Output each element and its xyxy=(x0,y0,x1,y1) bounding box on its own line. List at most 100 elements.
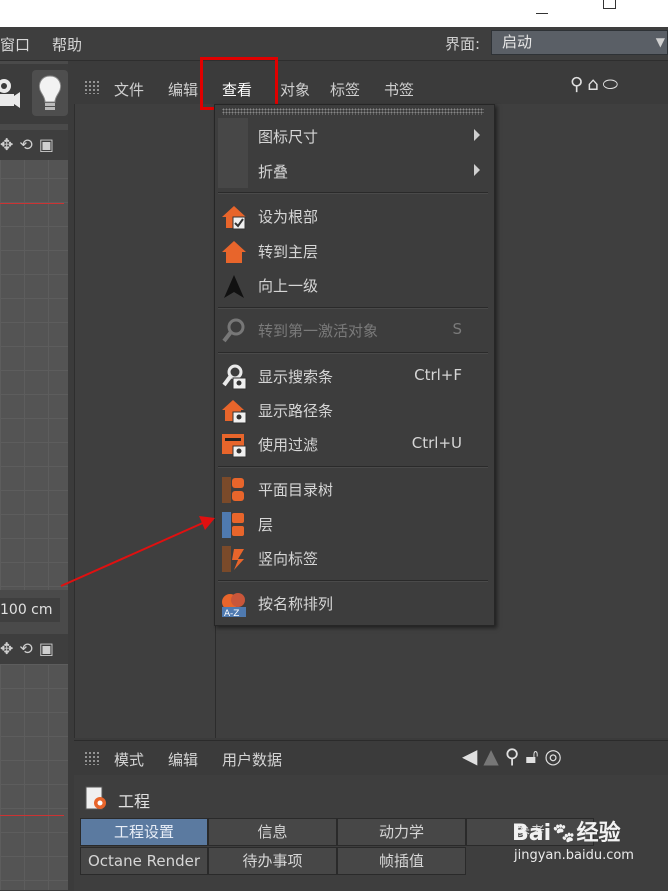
target-icon[interactable]: ◎ xyxy=(544,744,567,768)
arrow-up-icon xyxy=(224,275,244,298)
up-arrow-icon[interactable]: ▲ xyxy=(483,744,504,768)
title-strip xyxy=(0,0,668,27)
camera-icon[interactable] xyxy=(0,72,20,112)
menu-separator xyxy=(218,466,488,468)
menu-item-label: 图标尺寸 xyxy=(258,128,319,146)
set-root-icon xyxy=(222,206,246,230)
tab-info[interactable]: 信息 xyxy=(208,818,337,846)
menu-item-shortcut: S xyxy=(452,320,462,338)
menu-item-use-filter[interactable]: 使用过滤 Ctrl+U xyxy=(218,427,488,461)
watermark: Bai🐾︎经验 jingyan.baidu.com xyxy=(512,815,668,875)
menu-item-vertical-tags[interactable]: 竖向标签 xyxy=(218,541,488,575)
menu-item-fold[interactable]: 折叠 xyxy=(218,154,488,188)
back-arrow-icon[interactable]: ◀ xyxy=(462,744,483,768)
menu-item-label: 平面目录树 xyxy=(258,481,334,499)
attribute-manager-menubar xyxy=(74,741,668,775)
om-menu-tags[interactable]: 标签 xyxy=(330,79,360,100)
menu-separator xyxy=(218,192,488,194)
menu-item-flat-tree[interactable]: 平面目录树 xyxy=(218,472,488,506)
menu-item-layers[interactable]: 层 xyxy=(218,507,488,541)
viewport-bottom[interactable] xyxy=(0,664,68,890)
tab-project-settings[interactable]: 工程设置 xyxy=(80,818,208,846)
menu-item-label: 折叠 xyxy=(258,163,289,181)
search-icon[interactable]: ⚲ xyxy=(570,74,587,95)
menu-item-label: 使用过滤 xyxy=(258,436,319,454)
menu-item-up-one-level[interactable]: 向上一级 xyxy=(218,268,488,302)
lock-icon[interactable]: 🔓︎ xyxy=(525,744,544,768)
viewport-nav-icons-2[interactable]: ✥⟲▣ xyxy=(0,639,60,658)
search-icon[interactable]: ⚲ xyxy=(505,744,526,768)
menu-separator xyxy=(218,580,488,582)
om-menu-edit[interactable]: 编辑 xyxy=(168,79,198,100)
menu-item-label: 转到主层 xyxy=(258,243,319,261)
watermark-url: jingyan.baidu.com xyxy=(514,848,634,863)
tab-dynamics[interactable]: 动力学 xyxy=(337,818,466,846)
am-menu-edit[interactable]: 编辑 xyxy=(168,749,198,770)
menu-item-sort-by-name[interactable]: A-Z 按名称排列 xyxy=(218,586,488,620)
watermark-logo-text: Bai xyxy=(512,821,552,846)
path-bar-icon xyxy=(222,400,247,424)
menu-help[interactable]: 帮助 xyxy=(52,34,82,55)
search-bar-icon xyxy=(222,364,247,390)
submenu-arrow-icon xyxy=(474,129,480,141)
menu-item-shortcut: Ctrl+U xyxy=(411,434,462,452)
tab-interpolation[interactable]: 帧插值 xyxy=(337,847,466,875)
viewport-nav-icons[interactable]: ✥⟲▣ xyxy=(0,135,60,154)
om-menu-object[interactable]: 对象 xyxy=(280,79,310,100)
watermark-logo: Bai🐾︎经验 xyxy=(512,815,621,847)
tab-todo[interactable]: 待办事项 xyxy=(208,847,337,875)
paw-icon: 🐾︎ xyxy=(551,821,577,845)
am-menu-user-data[interactable]: 用户数据 xyxy=(222,749,282,770)
annotation-line xyxy=(0,203,64,204)
project-icon xyxy=(85,786,106,810)
menu-window[interactable]: 窗口 xyxy=(0,34,30,55)
am-menu-mode[interactable]: 模式 xyxy=(114,749,144,770)
distance-readout: 100 cm xyxy=(0,598,60,622)
om-toolbar-icons[interactable]: ⚲⌂⬭ xyxy=(570,74,622,95)
menu-item-go-home[interactable]: 转到主层 xyxy=(218,234,488,268)
menu-separator xyxy=(218,352,488,354)
menu-item-label: 竖向标签 xyxy=(258,550,319,568)
menu-tearoff-grip[interactable] xyxy=(222,108,484,115)
grip-icon[interactable] xyxy=(84,751,100,765)
om-menu-file[interactable]: 文件 xyxy=(114,79,144,100)
layout-select-value: 启动 xyxy=(502,33,533,51)
menu-item-label: 向上一级 xyxy=(258,277,319,295)
tab-octane-render[interactable]: Octane Render xyxy=(80,847,208,875)
am-toolbar-icons[interactable]: ◀▲⚲🔓︎◎ xyxy=(462,744,568,768)
annotation-arrow xyxy=(60,516,215,587)
menu-item-icon-size[interactable]: 图标尺寸 xyxy=(218,119,488,153)
menu-item-show-search[interactable]: 显示搜索条 Ctrl+F xyxy=(218,359,488,393)
menu-item-label: 按名称排列 xyxy=(258,595,334,613)
menu-separator xyxy=(218,307,488,309)
viewport-nav-bar: ✥⟲▣ xyxy=(0,130,68,160)
svg-text:A-Z: A-Z xyxy=(224,609,239,618)
watermark-logo-text-2: 经验 xyxy=(576,821,621,846)
search-object-icon xyxy=(222,318,245,343)
section-title: 工程 xyxy=(118,792,151,811)
menu-item-label: 显示搜索条 xyxy=(258,368,334,386)
menu-item-label: 显示路径条 xyxy=(258,402,334,420)
om-menu-bookmarks[interactable]: 书签 xyxy=(384,79,414,100)
menu-item-set-root[interactable]: 设为根部 xyxy=(218,199,488,233)
menu-item-go-first-active: 转到第一激活对象 S xyxy=(218,313,488,347)
submenu-arrow-icon xyxy=(474,164,480,176)
minimize-icon[interactable] xyxy=(536,13,548,15)
annotation-line-2 xyxy=(0,815,64,816)
viewport-nav-bar-2: ✥⟲▣ xyxy=(0,634,68,664)
layout-select[interactable]: 启动 ▼ xyxy=(491,30,668,55)
section-header: 工程 xyxy=(84,785,384,813)
layout-label: 界面: xyxy=(445,35,481,53)
menu-item-label: 层 xyxy=(258,516,274,534)
menu-item-show-path[interactable]: 显示路径条 xyxy=(218,393,488,427)
light-bulb-icon[interactable] xyxy=(32,70,68,116)
home-icon[interactable]: ⌂ xyxy=(587,74,602,95)
filter-icon xyxy=(222,434,247,458)
menu-item-shortcut: Ctrl+F xyxy=(414,366,462,384)
grip-icon[interactable] xyxy=(84,80,100,94)
maximize-icon[interactable] xyxy=(603,0,616,9)
oval-icon[interactable]: ⬭ xyxy=(603,74,622,95)
home-icon xyxy=(222,241,246,263)
chevron-down-icon: ▼ xyxy=(655,35,665,49)
menu-item-label: 设为根部 xyxy=(258,208,319,226)
